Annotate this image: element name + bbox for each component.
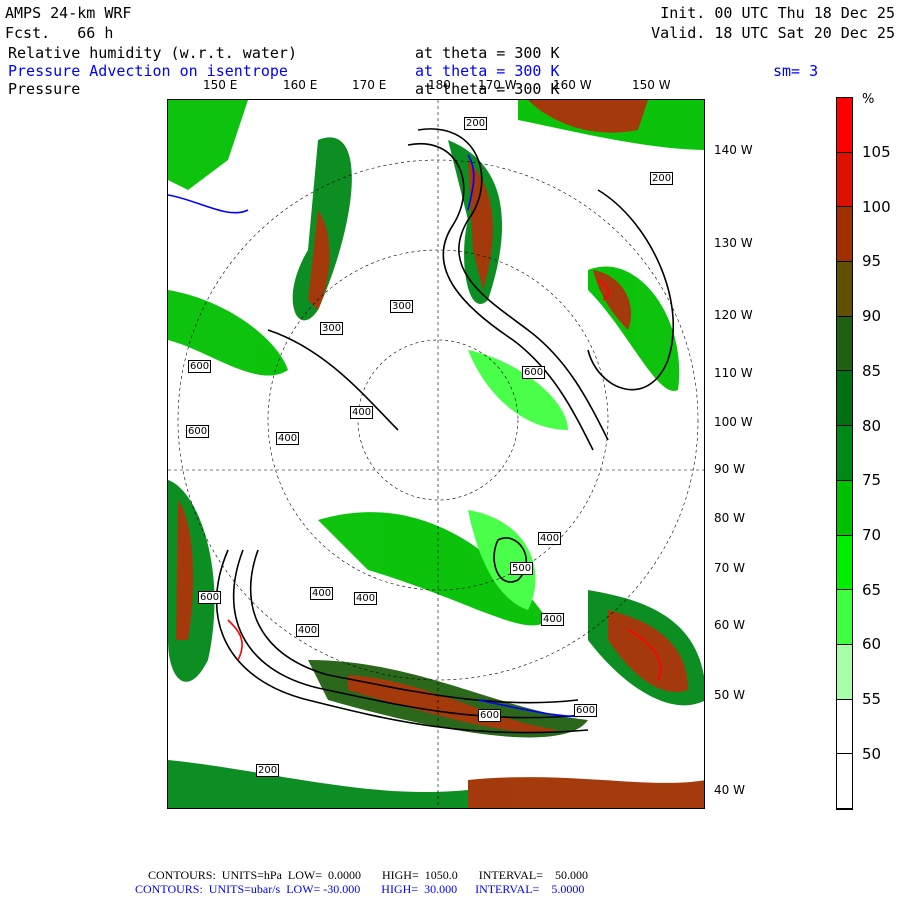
lon-label: 90 W [714,462,745,476]
colorbar-label: 105 [862,143,891,161]
lon-label: 170 W [478,78,517,92]
colorbar-segment [837,754,852,809]
contour-label: 200 [650,172,674,185]
colorbar-segment [837,371,852,427]
smoothing-label: sm= 3 [773,62,819,80]
colorbar-label: 60 [862,635,882,654]
contour-label: 400 [538,532,562,545]
lon-label: 40 W [714,783,745,797]
colorbar-segment [837,480,852,536]
footer-pressure-contours: CONTOURS: UNITS=hPa LOW= 0.0000 HIGH= 10… [148,868,588,882]
colorbar-label: 75 [862,471,882,490]
colorbar-segment [837,262,852,317]
colorbar-segment [837,152,852,208]
field1-name: Relative humidity (w.r.t. water) [8,44,297,62]
contour-label: 600 [478,709,502,722]
colorbar-label: 70 [862,525,882,544]
footer-advection-contours: CONTOURS: UNITS=ubar/s LOW= -30.000 HIGH… [135,882,585,896]
contour-label: 600 [188,360,212,373]
colorbar-unit: % [862,92,875,107]
contour-label: 600 [574,704,598,717]
colorbar-segment [837,426,852,481]
pressure-advection-contours [168,154,662,718]
contour-label: 600 [522,366,546,379]
colorbar-segment [837,699,852,755]
model-title: AMPS 24-km WRF [5,4,132,22]
contour-label: 300 [390,300,414,313]
colorbar-label: 100 [862,197,891,216]
field2-level: at theta = 300 K [415,62,560,80]
contour-label: 300 [320,322,344,335]
colorbar-label: 55 [862,690,882,708]
lon-label: 110 W [714,366,753,380]
field1-level: at theta = 300 K [415,44,560,62]
lon-label: 160 W [553,78,592,92]
contour-label: 600 [186,425,210,438]
lon-label: 50 W [714,688,745,702]
colorbar-label: 65 [862,580,882,599]
contour-label: 400 [350,406,374,419]
lon-label: 70 W [714,561,745,575]
lon-label: 130 W [714,236,753,250]
lon-label: 160 E [283,78,318,92]
lon-label: 80 W [714,511,745,525]
contour-label: 400 [276,432,300,445]
contour-label: 400 [541,613,565,626]
colorbar [836,97,853,810]
contour-label: 500 [510,562,534,575]
lon-label: 120 W [714,308,753,322]
field3-name: Pressure [8,80,81,98]
colorbar-label: 90 [862,307,882,326]
lon-label: 60 W [714,618,745,632]
field2-name: Pressure Advection on isentrope [8,62,288,80]
colorbar-segment [837,590,852,645]
lon-label: 150 W [632,78,671,92]
colorbar-segment [837,535,852,591]
lon-label: 100 W [714,415,753,429]
lon-label: 140 W [714,143,753,157]
colorbar-label: 50 [862,744,882,763]
humidity-shading [168,100,704,808]
contour-label: 200 [464,117,488,130]
colorbar-label: 80 [862,416,882,435]
contour-label: 400 [354,592,378,605]
contour-label: 200 [256,764,280,777]
colorbar-segment [837,207,852,263]
init-time: Init. 00 UTC Thu 18 Dec 25 [660,4,895,22]
contour-label: 400 [310,587,334,600]
map-field [168,100,704,808]
colorbar-segment [837,644,852,700]
contour-label: 600 [198,591,222,604]
map-panel: 200 200 300 300 600 600 400 400 400 400 … [167,99,705,809]
valid-time: Valid. 18 UTC Sat 20 Dec 25 [651,24,895,42]
colorbar-label: 95 [862,252,882,271]
forecast-hour: Fcst. 66 h [5,24,114,42]
lon-label: 180 [428,78,451,92]
colorbar-segment [837,316,852,372]
lon-label: 150 E [203,78,238,92]
colorbar-segment [837,98,852,153]
contour-label: 400 [296,624,320,637]
lon-label: 170 E [352,78,387,92]
colorbar-label: 85 [862,361,882,380]
